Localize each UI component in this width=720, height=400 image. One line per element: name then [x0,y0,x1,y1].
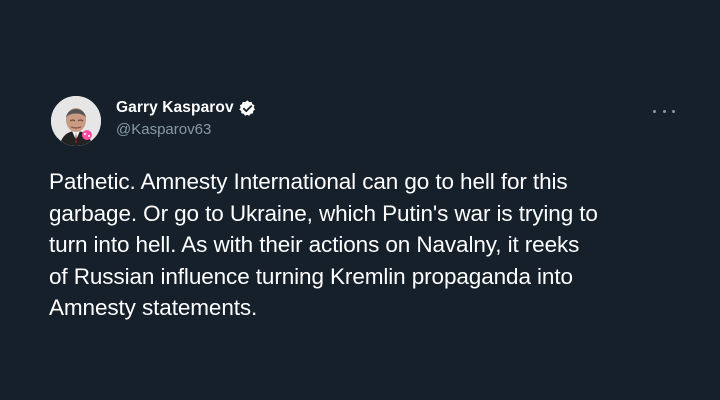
verified-badge-icon [238,99,257,118]
more-options-icon[interactable] [653,104,675,118]
avatar[interactable] [51,96,101,146]
author-name-row: Garry Kasparov [116,98,257,118]
tweet-line: turn into hell. As with their actions on… [49,232,580,257]
tweet-card: Garry Kasparov @Kasparov63 Pathetic. Amn… [0,0,720,400]
more-dot [672,109,675,113]
tweet-line: garbage. Or go to Ukraine, which Putin's… [49,200,598,226]
tweet-text: Pathetic. Amnesty International can go t… [49,166,694,324]
display-name[interactable]: Garry Kasparov [116,99,234,117]
tweet-line: Pathetic. Amnesty International can go t… [49,169,568,194]
tweet-line: of Russian influence turning Kremlin pro… [49,263,573,289]
author-block: Garry Kasparov @Kasparov63 [116,98,257,138]
tweet-line: Amnesty statements. [49,295,258,320]
more-dot [653,109,656,113]
handle[interactable]: @Kasparov63 [116,121,257,138]
more-dot [662,109,666,113]
